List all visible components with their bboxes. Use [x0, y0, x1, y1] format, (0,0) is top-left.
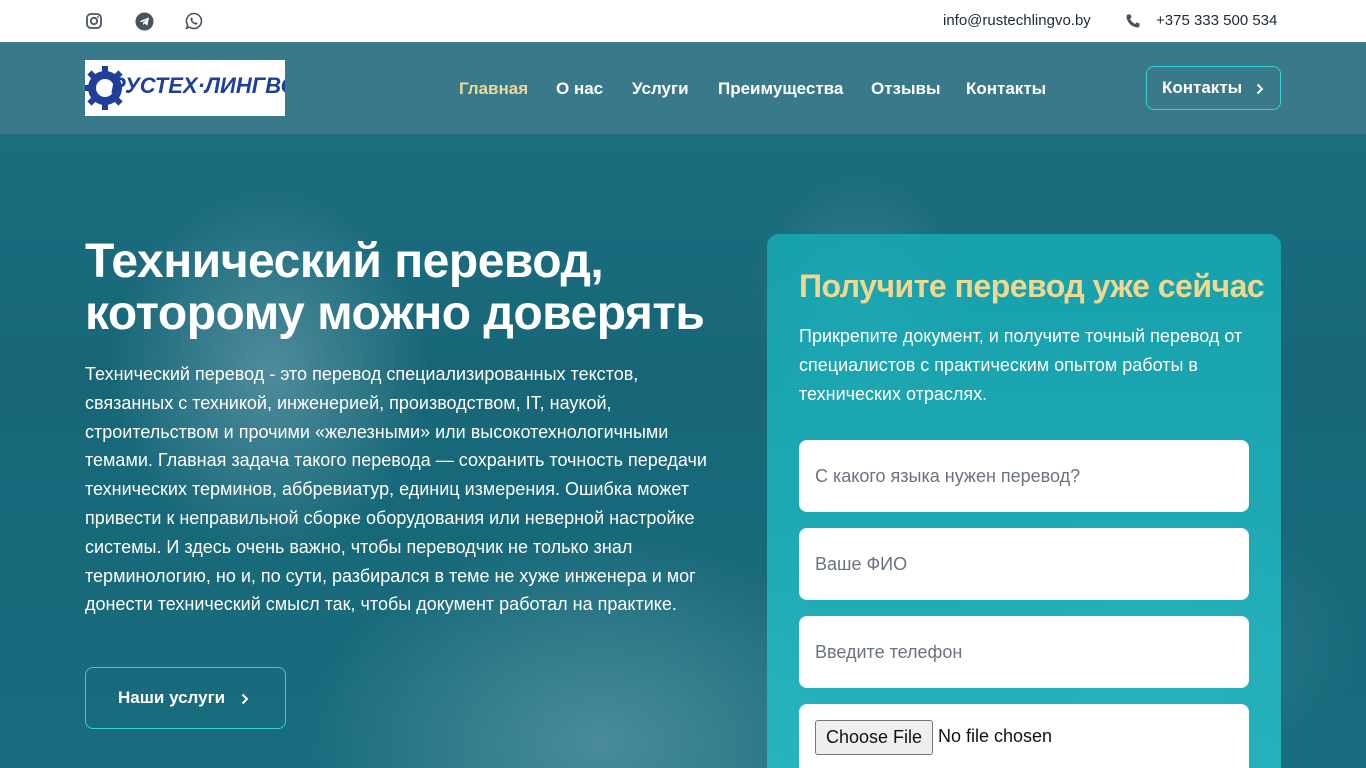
contacts-button-label: Контакты [1162, 78, 1243, 97]
instagram-icon[interactable] [84, 11, 104, 31]
phone-field-wrapper [799, 616, 1249, 688]
form-description: Прикрепите документ, и получите точный п… [799, 326, 1243, 404]
nav-item-advantages[interactable]: Преимущества [718, 79, 843, 99]
language-field-wrapper [799, 440, 1249, 512]
logo-text: РУСТЕХ·ЛИНГВО [111, 73, 285, 98]
contact-phone[interactable]: +375 333 500 534 [1156, 12, 1277, 29]
whatsapp-icon[interactable] [184, 11, 204, 31]
nav-item-contacts[interactable]: Контакты [966, 79, 1046, 99]
chevron-right-icon [241, 693, 249, 705]
our-services-button[interactable]: Наши услуги [85, 667, 286, 729]
our-services-button-label: Наши услуги [118, 688, 226, 707]
hero-title: Технический перевод, которому можно дове… [85, 235, 705, 340]
nav-item-home[interactable]: Главная [459, 79, 528, 99]
nav-item-about[interactable]: О нас [556, 79, 603, 99]
top-bar: info@rustechlingvo.by +375 333 500 534 [0, 0, 1366, 42]
nav-item-reviews[interactable]: Отзывы [871, 79, 941, 99]
full-name-input[interactable] [799, 528, 1249, 600]
telegram-icon[interactable] [134, 11, 154, 31]
site-logo[interactable]: РУСТЕХ·ЛИНГВО [85, 60, 285, 116]
contacts-button[interactable]: Контакты [1146, 66, 1281, 110]
contact-email[interactable]: info@rustechlingvo.by [943, 12, 1091, 29]
choose-file-button[interactable]: Choose File [815, 720, 933, 755]
file-status-text: No file chosen [938, 726, 1053, 746]
hero-description: Технический перевод - это перевод специа… [85, 364, 707, 615]
language-input[interactable] [799, 440, 1249, 512]
phone-input[interactable] [799, 616, 1249, 688]
form-title: Получите перевод уже сейчас [799, 268, 1265, 304]
nav-item-services[interactable]: Услуги [632, 79, 689, 99]
chevron-right-icon [1256, 83, 1264, 95]
phone-icon [1125, 13, 1141, 29]
name-field-wrapper [799, 528, 1249, 600]
